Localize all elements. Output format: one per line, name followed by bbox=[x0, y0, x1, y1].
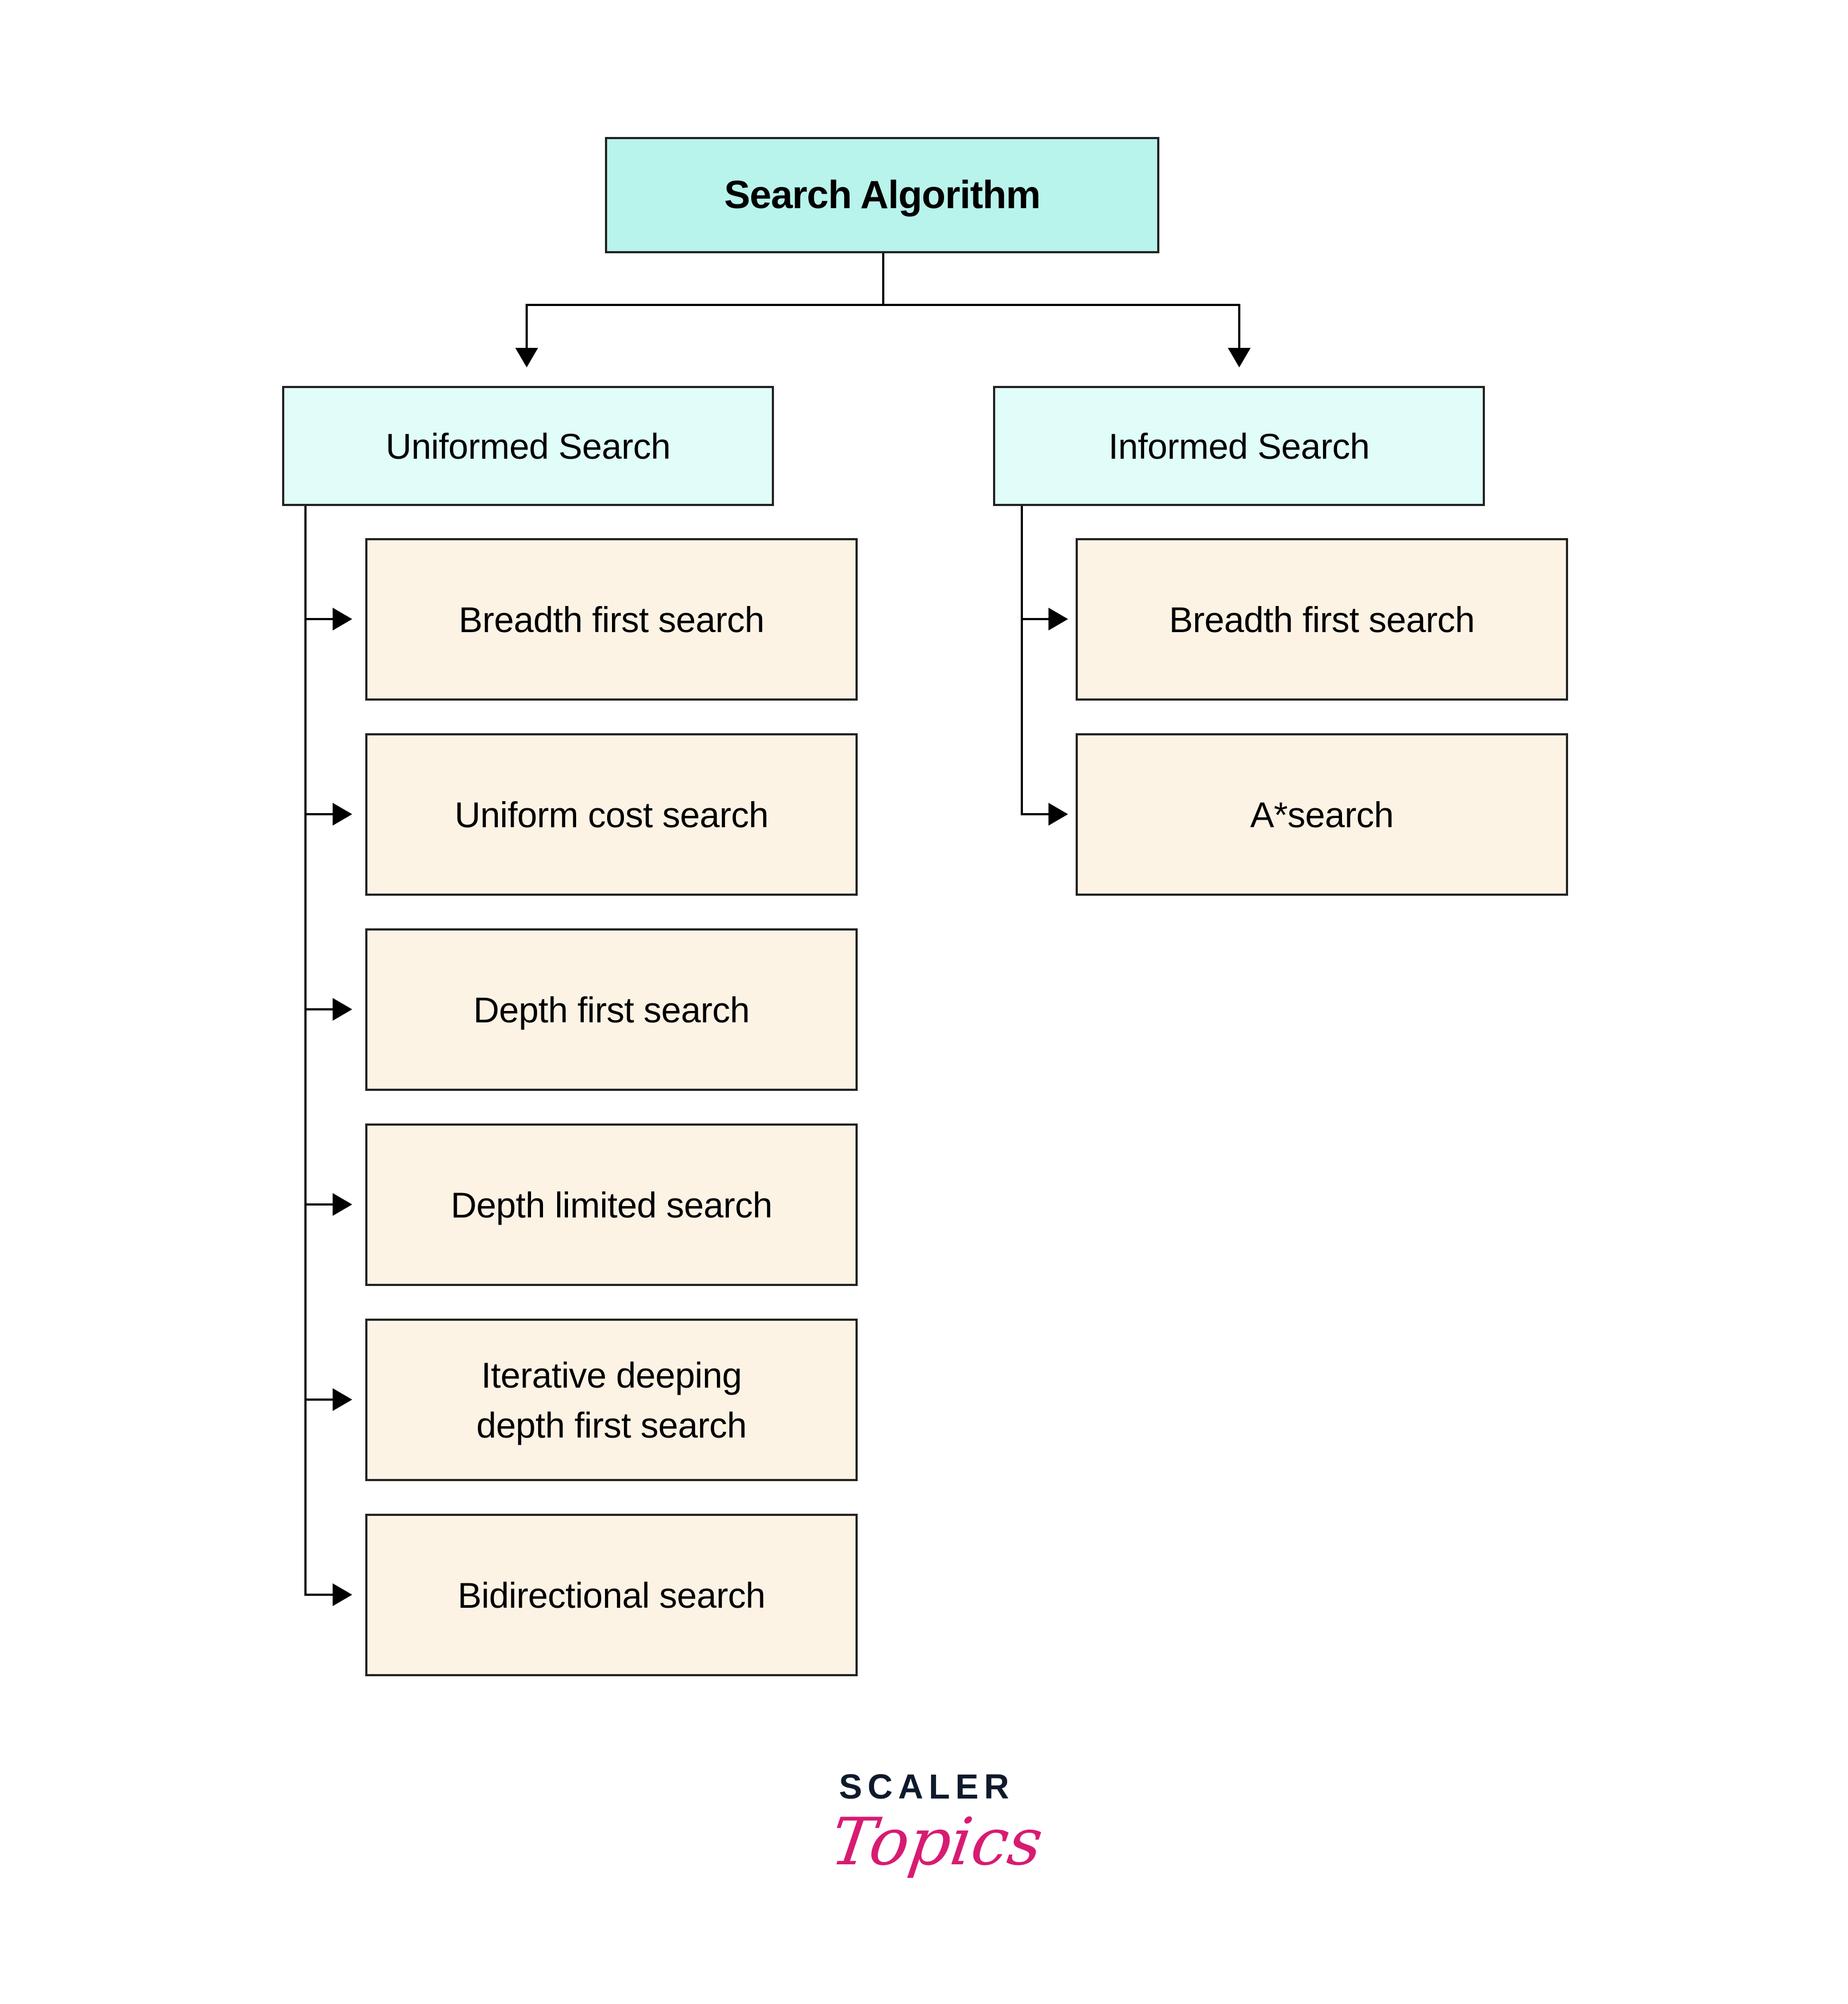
leaf-label: Depth limited search bbox=[451, 1184, 772, 1225]
arrow-right-icon bbox=[1048, 608, 1068, 630]
leaf-node-iterative-deepening-dfs: Iterative deeping depth first search bbox=[365, 1319, 858, 1481]
leaf-node-depth-first-search: Depth first search bbox=[365, 928, 858, 1091]
arrow-right-icon bbox=[333, 998, 352, 1021]
arrow-down-icon bbox=[515, 348, 538, 367]
leaf-node-breadth-first-search: Breadth first search bbox=[365, 538, 858, 701]
leaf-label: Breadth first search bbox=[1169, 599, 1475, 640]
leaf-node-bidirectional-search: Bidirectional search bbox=[365, 1514, 858, 1676]
root-label: Search Algorithm bbox=[724, 173, 1040, 217]
leaf-label: A*search bbox=[1250, 794, 1394, 835]
arrow-right-icon bbox=[333, 1583, 352, 1606]
leaf-node-a-star-search: A*search bbox=[1076, 733, 1568, 896]
arrow-right-icon bbox=[333, 1193, 352, 1216]
arrow-right-icon bbox=[1048, 803, 1068, 826]
scaler-topics-logo: SCALER Topics bbox=[826, 1767, 1047, 1911]
arrow-right-icon bbox=[333, 803, 352, 826]
connector-layer bbox=[304, 252, 1251, 1606]
category-label: Informed Search bbox=[1108, 426, 1370, 466]
category-label: Uniformed Search bbox=[385, 426, 671, 466]
leaf-label: Breadth first search bbox=[458, 599, 765, 640]
arrow-right-icon bbox=[333, 1388, 352, 1411]
root-node-search-algorithm: Search Algorithm bbox=[605, 137, 1159, 253]
leaf-node-uniform-cost-search: Uniform cost search bbox=[365, 733, 858, 896]
leaf-node-depth-limited-search: Depth limited search bbox=[365, 1123, 858, 1286]
logo-wordmark-topics: Topics bbox=[826, 1805, 1047, 1880]
leaf-label: Bidirectional search bbox=[458, 1575, 765, 1615]
leaf-label: Uniform cost search bbox=[454, 794, 769, 835]
arrow-right-icon bbox=[333, 608, 352, 630]
leaf-node-informed-breadth-first-search: Breadth first search bbox=[1076, 538, 1568, 701]
arrow-down-icon bbox=[1228, 348, 1251, 367]
category-node-uninformed-search: Uniformed Search bbox=[282, 386, 774, 506]
logo-wordmark-scaler: SCALER bbox=[839, 1767, 1015, 1806]
leaf-label: Depth first search bbox=[473, 989, 750, 1030]
category-node-informed-search: Informed Search bbox=[993, 386, 1485, 506]
leaf-label: Iterative deeping depth first search bbox=[476, 1354, 747, 1445]
